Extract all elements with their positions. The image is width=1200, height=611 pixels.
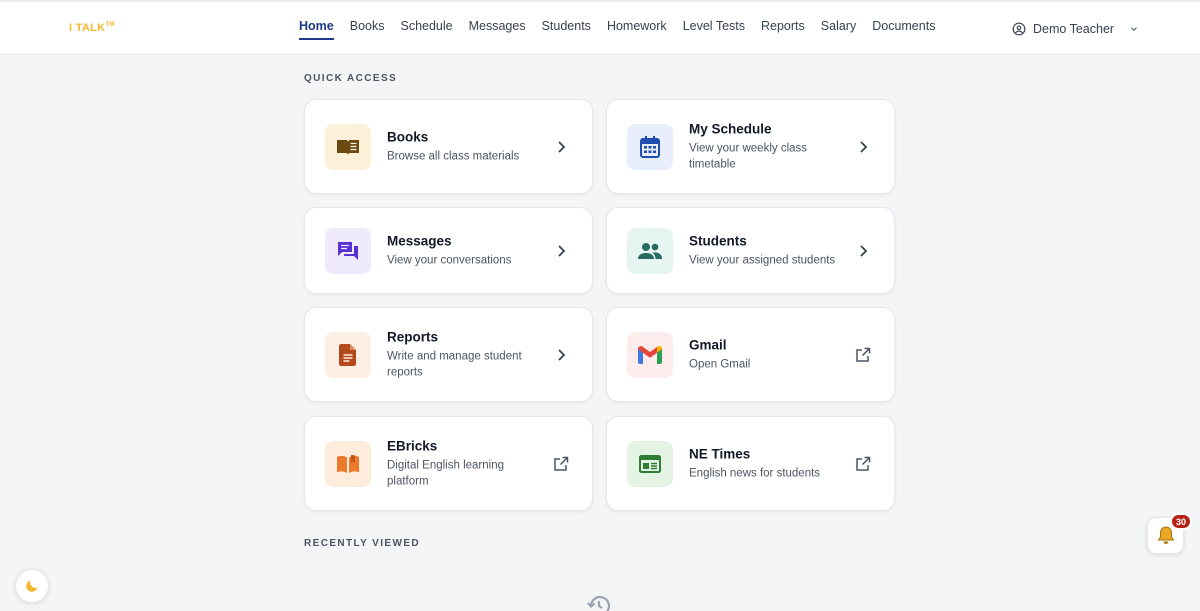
user-menu[interactable]: Demo Teacher	[1012, 22, 1139, 36]
card-title: My Schedule	[689, 121, 772, 136]
main-nav: Home Books Schedule Messages Students Ho…	[299, 19, 935, 40]
chevron-right-icon	[552, 242, 570, 260]
card-ebricks[interactable]: EBricks Digital English learning platfor…	[304, 416, 593, 511]
calendar-icon	[640, 135, 660, 158]
chevron-right-icon	[552, 346, 570, 364]
logo-trademark: TM	[105, 22, 115, 28]
card-title: NE Times	[689, 446, 751, 461]
nav-item-books[interactable]: Books	[350, 19, 385, 40]
card-title: Reports	[387, 329, 439, 344]
card-description: Write and manage student reports	[387, 350, 522, 378]
external-link-icon	[552, 455, 570, 473]
card-description: View your conversations	[387, 254, 512, 266]
card-title: Messages	[387, 233, 452, 248]
theme-toggle-button[interactable]	[15, 569, 49, 603]
card-title: Gmail	[689, 337, 727, 352]
gmail-icon-box	[627, 331, 673, 378]
card-title: Books	[387, 129, 429, 144]
moon-icon	[26, 580, 38, 592]
chat-bubbles-icon	[338, 241, 358, 260]
notification-count-badge: 30	[1170, 513, 1193, 530]
people-icon	[638, 242, 662, 259]
card-title: Students	[689, 233, 747, 248]
nav-item-level-tests[interactable]: Level Tests	[683, 19, 745, 40]
document-icon	[339, 343, 356, 366]
gmail-icon	[638, 345, 662, 364]
app-logo[interactable]: I TALKTM	[69, 22, 115, 34]
card-books[interactable]: Books Browse all class materials	[304, 99, 593, 194]
card-description: English news for students	[689, 467, 821, 479]
history-icon	[587, 594, 611, 611]
students-card-text: Students View your assigned students	[689, 233, 844, 268]
notifications-button[interactable]: 30	[1147, 513, 1193, 554]
card-my-schedule[interactable]: My Schedule View your weekly class timet…	[606, 99, 895, 194]
card-title: EBricks	[387, 438, 438, 453]
card-messages[interactable]: Messages View your conversations	[304, 207, 593, 294]
books-icon-box	[325, 123, 371, 170]
top-navigation-bar: I TALKTM Home Books Schedule Messages St…	[0, 0, 1200, 55]
bell-icon	[1157, 526, 1174, 544]
nav-item-homework[interactable]: Homework	[607, 19, 667, 40]
card-gmail[interactable]: Gmail Open Gmail	[606, 307, 895, 402]
external-link-icon	[854, 455, 872, 473]
ne-times-card-text: NE Times English news for students	[689, 446, 844, 481]
ebricks-card-text: EBricks Digital English learning platfor…	[387, 438, 542, 489]
schedule-icon-box	[627, 123, 673, 170]
nav-item-students[interactable]: Students	[542, 19, 591, 40]
schedule-card-text: My Schedule View your weekly class timet…	[689, 121, 844, 172]
quick-access-heading: QUICK ACCESS	[304, 73, 398, 84]
chevron-right-icon	[854, 138, 872, 156]
newspaper-icon	[639, 454, 661, 473]
nav-item-schedule[interactable]: Schedule	[400, 19, 452, 40]
students-icon-box	[627, 227, 673, 274]
recently-viewed-heading: RECENTLY VIEWED	[304, 538, 421, 549]
ebricks-icon-box	[325, 440, 371, 487]
card-description: View your assigned students	[689, 254, 836, 266]
reports-icon-box	[325, 331, 371, 378]
chevron-right-icon	[854, 242, 872, 260]
books-card-text: Books Browse all class materials	[387, 129, 542, 164]
nav-item-messages[interactable]: Messages	[469, 19, 526, 40]
book-open-icon	[337, 139, 359, 155]
reports-card-text: Reports Write and manage student reports	[387, 329, 542, 380]
user-name: Demo Teacher	[1033, 22, 1115, 36]
card-ne-times[interactable]: NE Times English news for students	[606, 416, 895, 511]
card-description: Browse all class materials	[387, 150, 520, 162]
chevron-down-icon	[1131, 27, 1137, 31]
chevron-right-icon	[552, 138, 570, 156]
card-description: View your weekly class timetable	[689, 142, 808, 170]
user-circle-icon	[1012, 22, 1026, 36]
card-description: Open Gmail	[689, 358, 751, 370]
nav-item-salary[interactable]: Salary	[821, 19, 856, 40]
nav-item-home[interactable]: Home	[299, 19, 334, 40]
card-reports[interactable]: Reports Write and manage student reports	[304, 307, 593, 402]
ne-times-icon-box	[627, 440, 673, 487]
nav-item-reports[interactable]: Reports	[761, 19, 805, 40]
card-description: Digital English learning platform	[387, 459, 504, 487]
nav-item-documents[interactable]: Documents	[872, 19, 935, 40]
logo-text: I TALK	[69, 22, 106, 34]
messages-icon-box	[325, 227, 371, 274]
open-book-icon	[337, 454, 359, 473]
gmail-card-text: Gmail Open Gmail	[689, 337, 844, 372]
external-link-icon	[854, 346, 872, 364]
messages-card-text: Messages View your conversations	[387, 233, 542, 268]
card-students[interactable]: Students View your assigned students	[606, 207, 895, 294]
